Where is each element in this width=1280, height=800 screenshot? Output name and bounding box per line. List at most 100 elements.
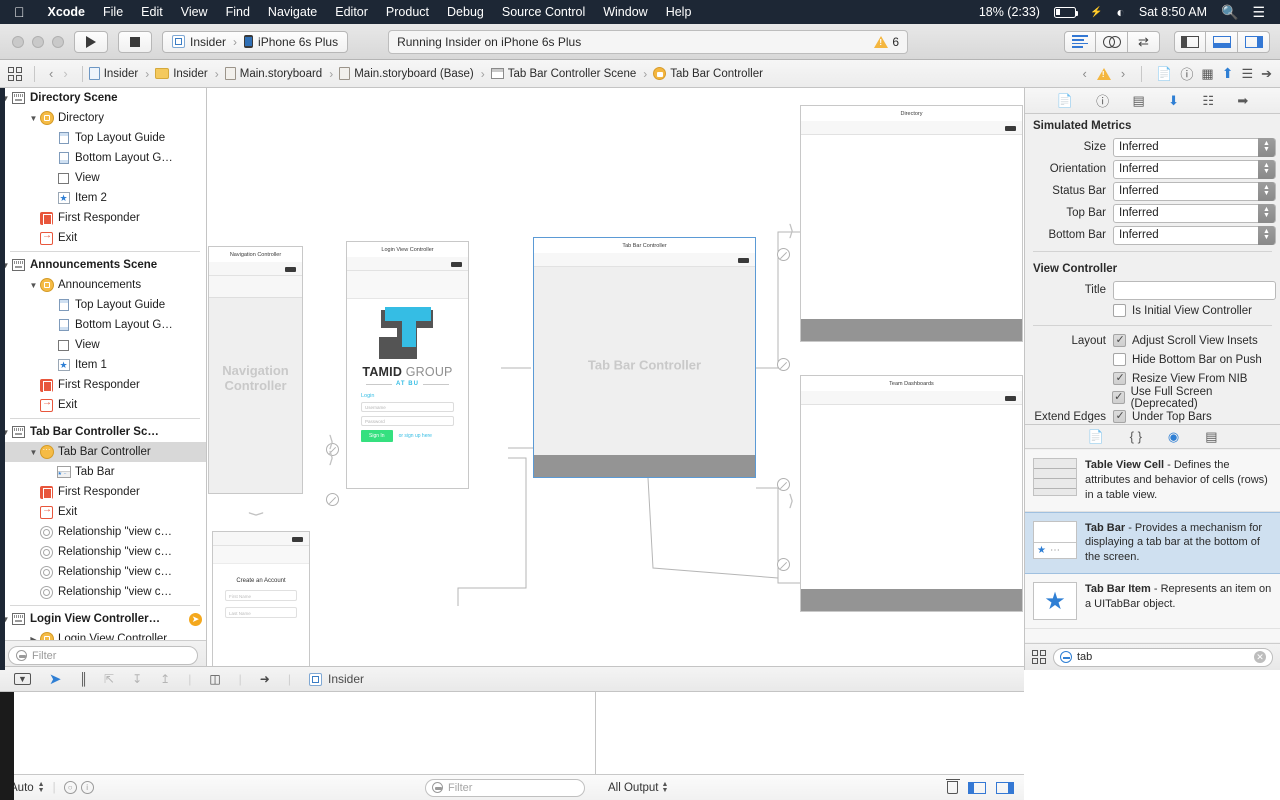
- next-issue-button[interactable]: ›: [1119, 66, 1127, 81]
- battery-icon[interactable]: [1053, 6, 1079, 18]
- login-view-controller-scene[interactable]: Login View Controller TAMID GROUP AT BU …: [346, 241, 469, 489]
- step-out-icon[interactable]: ↥: [160, 672, 170, 686]
- output-chevrons-icon[interactable]: ▲ ▼: [662, 781, 669, 794]
- storyboard-canvas[interactable]: Navigation Controller Navigation Control…: [208, 88, 1024, 670]
- toggle-navigator-button[interactable]: [1174, 30, 1206, 53]
- breadcrumb-item-folder[interactable]: Insider ›: [155, 67, 222, 81]
- tree-row[interactable]: ▼ Directory: [0, 108, 206, 128]
- version-editor-button[interactable]: ⇄: [1128, 30, 1160, 53]
- sign-up-link[interactable]: or sign up here: [399, 433, 432, 439]
- password-field[interactable]: Password: [361, 416, 454, 426]
- team-dashboards-scene[interactable]: Team Dashboards: [800, 375, 1023, 612]
- menu-item-navigate[interactable]: Navigate: [259, 5, 326, 19]
- step-into-icon[interactable]: ↧: [132, 672, 142, 686]
- library-search-input[interactable]: tab ✕: [1053, 647, 1273, 667]
- go-back-button[interactable]: ‹: [47, 66, 55, 81]
- toggle-debug-area-button[interactable]: [1206, 30, 1238, 53]
- segue-node[interactable]: [777, 358, 790, 371]
- apple-menu-icon[interactable]: : [0, 5, 39, 19]
- disclosure-triangle-icon[interactable]: ▼: [28, 114, 39, 123]
- console-view[interactable]: [596, 692, 1024, 774]
- row-hide-bottom-bar[interactable]: Hide Bottom Bar on Push: [1025, 350, 1280, 369]
- show-console-icon[interactable]: [996, 781, 1014, 794]
- clear-console-icon[interactable]: [945, 779, 960, 794]
- library-item-list[interactable]: Table View Cell - Defines the attributes…: [1025, 450, 1280, 642]
- library-item-tab-bar-item[interactable]: ★ Tab Bar Item - Represents an item on a…: [1025, 574, 1280, 630]
- tree-row[interactable]: Tab Bar: [0, 462, 206, 482]
- related-items-icon[interactable]: [8, 66, 22, 81]
- orientation-select[interactable]: Inferred ▲ ▼: [1113, 159, 1276, 179]
- simulate-location-icon[interactable]: ➜: [260, 672, 270, 686]
- tree-row[interactable]: Exit: [0, 502, 206, 522]
- library-view-mode-icon[interactable]: [1032, 650, 1046, 664]
- under-top-bars-checkbox[interactable]: [1113, 409, 1126, 423]
- row-under-top-bars[interactable]: Extend Edges Under Top Bars: [1025, 407, 1280, 424]
- library-item-tab-bar[interactable]: ★ ⋯ Tab Bar - Provides a mechanism for d…: [1025, 511, 1280, 575]
- hide-bottom-bar-checkbox[interactable]: [1113, 353, 1126, 366]
- stepper-icon[interactable]: ▲ ▼: [1258, 181, 1275, 201]
- tree-row[interactable]: First Responder: [0, 375, 206, 395]
- pause-icon[interactable]: ║: [80, 672, 88, 686]
- activate-breakpoints-icon[interactable]: ➤: [49, 670, 62, 688]
- attributes-inspector-icon[interactable]: ⬆: [1222, 65, 1234, 82]
- top-bar-select[interactable]: Inferred ▲ ▼: [1113, 203, 1276, 223]
- tree-row[interactable]: First Responder: [0, 208, 206, 228]
- menu-item-debug[interactable]: Debug: [438, 5, 493, 19]
- menu-item-edit[interactable]: Edit: [132, 5, 172, 19]
- use-full-screen-checkbox[interactable]: [1111, 390, 1125, 404]
- standard-editor-button[interactable]: [1064, 30, 1096, 53]
- file-inspector-icon[interactable]: 📄: [1156, 66, 1172, 82]
- resize-view-nib-checkbox[interactable]: [1113, 371, 1126, 385]
- navigation-controller-scene[interactable]: Navigation Controller Navigation Control…: [208, 246, 303, 494]
- segue-node[interactable]: [777, 248, 790, 261]
- notification-center-icon[interactable]: ☰: [1252, 4, 1265, 21]
- menu-item-find[interactable]: Find: [217, 5, 259, 19]
- navigator-filter-input[interactable]: Filter: [8, 646, 198, 665]
- connections-inspector-icon[interactable]: ➔: [1261, 66, 1272, 82]
- sign-in-button[interactable]: Sign In: [361, 430, 393, 442]
- console-output-selector[interactable]: All Output ▲ ▼: [608, 781, 669, 794]
- menu-item-window[interactable]: Window: [594, 5, 656, 19]
- identity-inspector-tab[interactable]: ▤: [1133, 93, 1145, 109]
- variables-view[interactable]: [0, 692, 596, 774]
- minimize-window-button[interactable]: [32, 35, 44, 48]
- tree-row-scene[interactable]: ▼ Directory Scene: [0, 88, 206, 108]
- signup-view-scene[interactable]: SignUpView Create an Account First Name …: [212, 531, 310, 670]
- view-toggles-segmented-control[interactable]: [1174, 30, 1270, 53]
- size-inspector-icon[interactable]: ☰: [1241, 66, 1253, 82]
- tree-row[interactable]: ★ Item 1: [0, 355, 206, 375]
- warning-indicator[interactable]: 6: [874, 35, 899, 49]
- code-snippet-library-tab[interactable]: { }: [1130, 429, 1142, 444]
- attributes-inspector-tab[interactable]: ⬇: [1168, 93, 1179, 109]
- tree-row[interactable]: First Responder: [0, 482, 206, 502]
- bottom-bar-select[interactable]: Inferred ▲ ▼: [1113, 225, 1276, 245]
- scheme-selector[interactable]: Insider › iPhone 6s Plus: [162, 30, 349, 53]
- menu-item-xcode[interactable]: Xcode: [39, 5, 95, 19]
- tree-row[interactable]: ▼ Announcements: [0, 275, 206, 295]
- file-inspector-tab[interactable]: 📄: [1057, 93, 1073, 109]
- menu-item-file[interactable]: File: [94, 5, 132, 19]
- tree-row[interactable]: Relationship "view c…: [0, 582, 206, 602]
- info-icon[interactable]: i: [80, 781, 94, 794]
- menu-item-view[interactable]: View: [172, 5, 217, 19]
- adjust-scroll-insets-checkbox[interactable]: [1113, 333, 1126, 347]
- debug-view-hierarchy-icon[interactable]: ◫: [209, 672, 220, 686]
- document-outline-tree[interactable]: ▼ Directory Scene ▼ Directory Top Layout Gui…: [0, 88, 206, 640]
- auto-scope-chevrons-icon[interactable]: ▲ ▼: [38, 781, 45, 794]
- file-template-library-tab[interactable]: 📄: [1087, 429, 1103, 445]
- stepper-icon[interactable]: ▲ ▼: [1258, 159, 1275, 179]
- breadcrumb-item-scene[interactable]: Tab Bar Controller Scene ›: [490, 67, 650, 81]
- tree-row[interactable]: View: [0, 335, 206, 355]
- row-use-full-screen[interactable]: Use Full Screen (Deprecated): [1025, 386, 1280, 410]
- connections-inspector-tab[interactable]: ➡: [1237, 93, 1248, 109]
- library-item-table-view-cell[interactable]: Table View Cell - Defines the attributes…: [1025, 450, 1280, 512]
- breadcrumb-item-storyboard[interactable]: Main.storyboard ›: [224, 67, 336, 81]
- library-tab-bar[interactable]: 📄 { } ◉ ▤: [1025, 425, 1280, 449]
- breadcrumb-item-storyboard-base[interactable]: Main.storyboard (Base) ›: [339, 67, 488, 81]
- tree-row[interactable]: Top Layout Guide: [0, 128, 206, 148]
- identity-inspector-icon[interactable]: ▦: [1201, 66, 1213, 82]
- quick-help-icon[interactable]: ⓘ: [1180, 64, 1193, 83]
- tree-row[interactable]: ▶ Login View Controller: [0, 629, 206, 640]
- tree-row[interactable]: View: [0, 168, 206, 188]
- username-field[interactable]: Username: [361, 402, 454, 412]
